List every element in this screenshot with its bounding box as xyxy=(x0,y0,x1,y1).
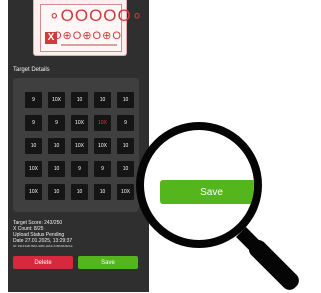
section-title: Target Details xyxy=(13,67,50,73)
score-cell[interactable]: 9 xyxy=(25,115,42,131)
score-cell[interactable]: 10 xyxy=(117,138,134,154)
score-panel: 9 10X 10 10 10 9 9 10X 10X 9 10 10 10X 10X 10 10X 10 9 9 10… xyxy=(13,78,139,212)
score-cell[interactable]: 9 xyxy=(94,161,111,177)
score-cell[interactable]: 10 xyxy=(117,161,134,177)
target-footer-line xyxy=(61,44,117,46)
score-cell[interactable]: 10X xyxy=(25,184,42,200)
score-cell[interactable]: 10 xyxy=(117,92,134,108)
score-cell[interactable]: 9 xyxy=(48,115,65,131)
score-cell[interactable]: 9 xyxy=(117,115,134,131)
target-info: Target Score: 243/250 X Count: 8/25 Uplo… xyxy=(13,220,143,248)
delete-button[interactable]: Delete xyxy=(13,256,73,269)
score-cell[interactable]: 9 xyxy=(25,92,42,108)
score-cell[interactable]: 10 xyxy=(71,184,88,200)
target-id: ID: 39143d4f-f8d2-4d8b-a5b4-24f3bb6d9c0a xyxy=(13,244,73,248)
score-cell[interactable]: 10 xyxy=(48,161,65,177)
score-cell[interactable]: 10X xyxy=(94,115,111,131)
magnified-save-button[interactable]: Save xyxy=(160,180,254,204)
score-cell[interactable]: 10 xyxy=(94,92,111,108)
score-grid: 9 10X 10 10 10 9 9 10X 10X 9 10 10 10X 10X 10 10X 10 9 9 10… xyxy=(25,92,134,200)
magnifier-handle xyxy=(245,236,303,293)
target-rings-row-2: O⊕O⊕O⊕O xyxy=(53,30,122,42)
score-cell[interactable]: 10 xyxy=(71,92,88,108)
target-rings-row-1: ∘OOOOO∘ xyxy=(49,6,144,25)
score-cell[interactable]: 10X xyxy=(25,161,42,177)
score-cell[interactable]: 10 xyxy=(48,138,65,154)
target-image-preview[interactable]: ∘OOOOO∘ X O⊕O⊕O⊕O xyxy=(33,0,142,56)
score-cell[interactable]: 10 xyxy=(94,184,111,200)
magnifier-glass-icon: Save xyxy=(136,122,262,248)
score-cell[interactable]: 10X xyxy=(94,138,111,154)
score-cell[interactable]: 10X xyxy=(117,184,134,200)
score-cell[interactable]: 10X xyxy=(71,138,88,154)
save-button[interactable]: Save xyxy=(78,256,138,269)
mobile-screen: ∘OOOOO∘ X O⊕O⊕O⊕O Target Details 9 10X 10 1… xyxy=(8,0,149,292)
score-cell[interactable]: 10 xyxy=(48,184,65,200)
score-cell[interactable]: 10 xyxy=(25,138,42,154)
score-cell[interactable]: 10X xyxy=(71,115,88,131)
score-cell[interactable]: 9 xyxy=(71,161,88,177)
score-cell[interactable]: 10X xyxy=(48,92,65,108)
target-face: ∘OOOOO∘ X O⊕O⊕O⊕O xyxy=(40,4,142,52)
